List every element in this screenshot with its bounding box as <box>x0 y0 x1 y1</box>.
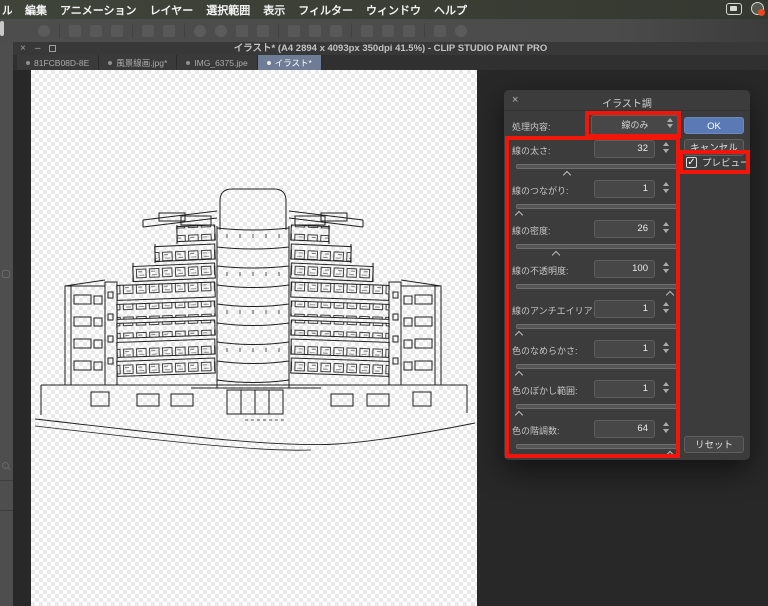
param-slider[interactable] <box>514 324 677 340</box>
menu-item-filter[interactable]: フィルター <box>298 2 353 18</box>
stepper-icon[interactable] <box>663 262 669 273</box>
toolbar-icon <box>257 24 269 37</box>
param-row-line-antialias: 線のアンチエイリアス: 1 <box>504 300 750 340</box>
menu-bar: ル 編集 アニメーション レイヤー 選択範囲 表示 フィルター ウィンドウ ヘル… <box>0 0 768 19</box>
param-row-line-density: 線の密度: 26 <box>504 220 750 260</box>
toolbar-icon <box>142 24 154 37</box>
tab-document-3[interactable]: IMG_6375.jpe <box>177 55 258 70</box>
param-slider[interactable] <box>516 284 677 300</box>
toolbar-icon <box>236 24 248 37</box>
toolbar-icon <box>215 24 227 37</box>
record-status-icon[interactable] <box>751 2 765 16</box>
param-row-color-smoothness: 色のなめらかさ: 1 <box>504 340 750 380</box>
stepper-icon[interactable] <box>663 422 669 433</box>
param-row-line-thickness: 線の太さ: 32 <box>504 140 750 180</box>
tab-dot-icon <box>108 60 113 65</box>
toolbar-icon <box>194 24 206 37</box>
param-slider[interactable] <box>516 164 677 180</box>
document-tab-bar: 81FCB08D-8E 風景線画.jpg* IMG_6375.jpe イラスト* <box>13 55 768 70</box>
stepper-icon[interactable] <box>663 142 669 153</box>
command-toolbar <box>0 19 768 42</box>
toolbar-icon <box>403 24 415 37</box>
tab-dot-icon <box>186 60 191 65</box>
param-value-field[interactable]: 1 <box>594 300 655 318</box>
tab-document-1[interactable]: 81FCB08D-8E <box>17 55 100 70</box>
toolbar-icon <box>434 24 446 37</box>
menu-item-window[interactable]: ウィンドウ <box>366 2 421 18</box>
toolbar-icon <box>38 24 50 37</box>
chevron-up-down-icon <box>667 118 673 128</box>
panel-handle[interactable] <box>0 21 4 36</box>
toolbar-icon <box>455 24 467 37</box>
display-status-icon[interactable] <box>726 2 742 15</box>
tab-document-2[interactable]: 風景線画.jpg* <box>99 55 178 70</box>
canvas-artwork <box>34 188 476 451</box>
toolbar-icon <box>288 24 300 37</box>
process-dropdown[interactable]: 線のみ <box>591 115 679 135</box>
illustration-style-dialog: × イラスト調 処理内容: 線のみ OK キャンセル ✓ プレビュー リセット … <box>504 90 750 460</box>
param-row-color-gradation: 色の階調数: 64 <box>504 420 750 460</box>
toolbar-icon <box>330 24 342 37</box>
document-title: イラスト* (A4 2894 x 4093px 350dpi 41.5%) - … <box>233 43 548 54</box>
toolbar-icon <box>90 24 102 37</box>
tab-dot-icon <box>26 60 30 65</box>
toolbar-icon <box>163 24 175 37</box>
left-dock-strip <box>0 42 13 606</box>
process-label: 処理内容: <box>512 122 551 132</box>
canvas[interactable] <box>31 70 477 606</box>
menu-item-layer[interactable]: レイヤー <box>150 2 194 18</box>
param-row-line-connection: 線のつながり: 1 <box>504 180 750 220</box>
param-value-field[interactable]: 1 <box>594 340 655 358</box>
toolbar-icon <box>309 24 321 37</box>
param-value-field[interactable]: 32 <box>594 140 655 158</box>
canvas-gutter-left <box>13 70 31 606</box>
param-slider[interactable] <box>514 364 677 380</box>
menu-item-selection[interactable]: 選択範囲 <box>206 2 250 18</box>
menu-item-help[interactable]: ヘルプ <box>434 2 467 18</box>
menu-item-view[interactable]: 表示 <box>263 2 285 18</box>
ok-button[interactable]: OK <box>684 117 744 134</box>
zoom-tool-icon[interactable] <box>2 462 9 469</box>
param-slider[interactable] <box>516 444 677 460</box>
tab-dot-icon <box>266 60 271 65</box>
param-row-line-opacity: 線の不透明度: 100 <box>504 260 750 300</box>
toolbar-icon <box>111 24 123 37</box>
param-value-field[interactable]: 64 <box>594 420 655 438</box>
stepper-icon[interactable] <box>663 182 669 193</box>
toolbar-icon <box>69 24 81 37</box>
param-slider[interactable] <box>516 244 677 260</box>
toolbar-icon <box>361 24 373 37</box>
param-value-field[interactable]: 26 <box>594 220 655 238</box>
param-value-field[interactable]: 1 <box>594 180 655 198</box>
stepper-icon[interactable] <box>663 302 669 313</box>
document-title-bar: × – イラスト* (A4 2894 x 4093px 350dpi 41.5%… <box>13 42 768 55</box>
param-value-field[interactable]: 1 <box>594 380 655 398</box>
param-value-field[interactable]: 100 <box>594 260 655 278</box>
stepper-icon[interactable] <box>663 342 669 353</box>
stepper-icon[interactable] <box>663 382 669 393</box>
toolbar-icon <box>382 24 394 37</box>
stepper-icon[interactable] <box>663 222 669 233</box>
param-row-color-blur-range: 色のぼかし範囲: 1 <box>504 380 750 420</box>
menu-item-animation[interactable]: アニメーション <box>60 2 137 18</box>
menu-item-edit[interactable]: 編集 <box>25 2 47 18</box>
param-slider[interactable] <box>514 204 677 220</box>
menu-item-file-partial[interactable]: ル <box>2 2 12 18</box>
dialog-title: イラスト調 <box>602 99 652 110</box>
param-slider[interactable] <box>514 404 677 420</box>
tab-document-active[interactable]: イラスト* <box>257 55 322 70</box>
dock-icon[interactable] <box>2 270 10 278</box>
